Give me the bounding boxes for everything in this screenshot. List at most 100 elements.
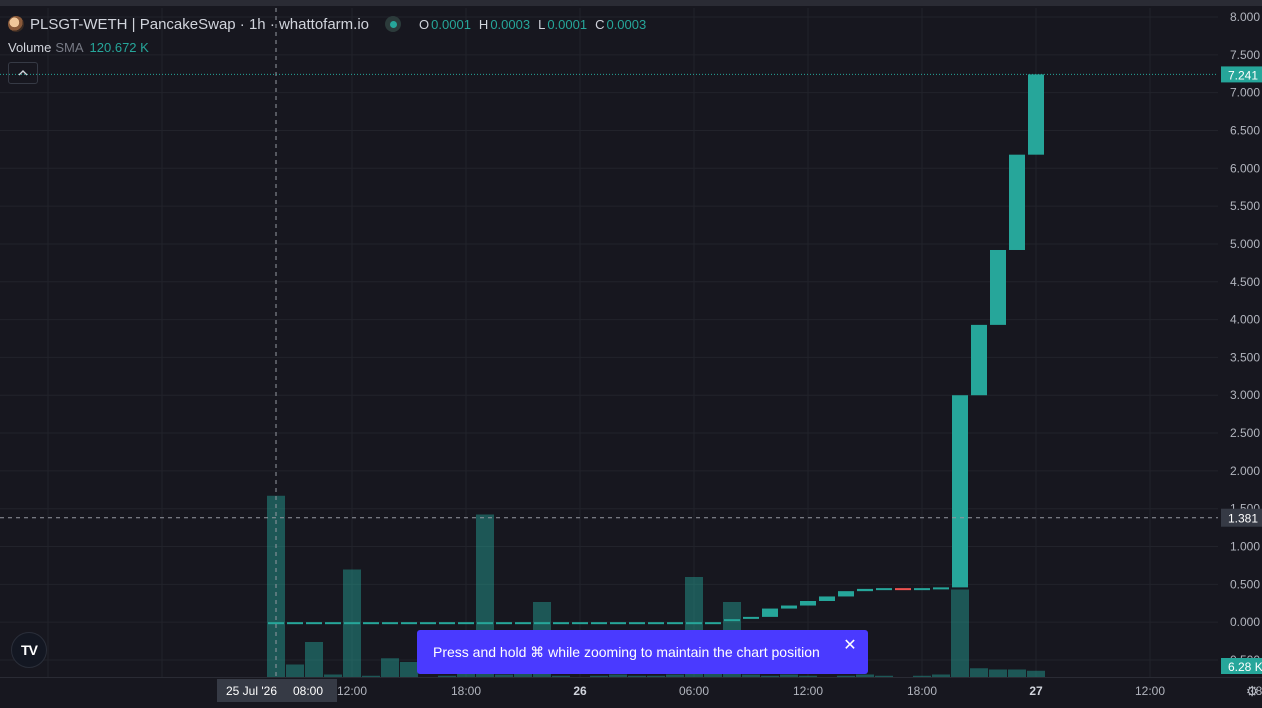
candle[interactable] (914, 588, 930, 591)
candle[interactable] (553, 622, 569, 625)
last-price-label: 7.241 (1228, 68, 1258, 82)
price-tick-label: 4.000 (1230, 313, 1260, 327)
candle[interactable] (876, 588, 892, 591)
price-tick-label: 0.500 (1230, 577, 1260, 591)
volume-bar (609, 674, 627, 677)
candle[interactable] (515, 622, 531, 625)
price-tick-label: 2.500 (1230, 426, 1260, 440)
candle[interactable] (439, 622, 455, 625)
candle[interactable] (344, 622, 360, 625)
volume-bar (932, 674, 950, 677)
chart-legend: PLSGT-WETH | PancakeSwap · 1h · whattofa… (8, 14, 654, 34)
time-tick-label: 06:00 (679, 684, 709, 698)
candle[interactable] (496, 622, 512, 625)
price-tick-label: 5.000 (1230, 237, 1260, 251)
ohlc-low-value: 0.0001 (547, 16, 588, 32)
candle[interactable] (686, 622, 702, 625)
volume-bar (799, 675, 817, 677)
candle[interactable] (857, 588, 873, 592)
token-logo-icon (8, 16, 24, 32)
candle[interactable] (287, 622, 303, 625)
volume-bar (666, 674, 684, 677)
candle[interactable] (762, 608, 778, 617)
candle[interactable] (477, 622, 493, 625)
candle[interactable] (325, 622, 341, 625)
crosshair-time-label-2: 08:00 (293, 684, 323, 698)
candle[interactable] (648, 622, 664, 625)
price-tick-label: 7.000 (1230, 86, 1260, 100)
candle[interactable] (971, 324, 987, 396)
volume-bar (438, 675, 456, 677)
volume-bar (837, 675, 855, 677)
volume-bar (590, 675, 608, 677)
market-status-icon[interactable] (385, 16, 402, 32)
time-tick-label: 26 (573, 684, 587, 698)
candle[interactable] (724, 619, 740, 622)
price-tick-label: 5.500 (1230, 199, 1260, 213)
price-tick-label: 4.500 (1230, 275, 1260, 289)
candle[interactable] (458, 622, 474, 625)
gear-icon[interactable]: ⚙ (1244, 683, 1260, 699)
candle[interactable] (819, 596, 835, 601)
candle[interactable] (895, 588, 911, 591)
candle[interactable] (705, 622, 721, 625)
candle[interactable] (781, 605, 797, 609)
candle[interactable] (667, 622, 683, 625)
price-tick-label: 1.000 (1230, 540, 1260, 554)
close-icon[interactable]: ✕ (842, 638, 858, 654)
volume-legend[interactable]: Volume SMA 120.672 K (8, 40, 149, 55)
volume-label: Volume (8, 40, 52, 55)
candle[interactable] (743, 616, 759, 619)
volume-bar (761, 675, 779, 677)
candle[interactable] (838, 591, 854, 597)
candle[interactable] (534, 622, 550, 625)
volume-bar (647, 675, 665, 677)
volume-bar (1027, 670, 1045, 677)
collapse-legend-button[interactable] (8, 62, 38, 84)
crosshair-price-label: 1.381 (1228, 512, 1258, 526)
chart-title: PLSGT-WETH | PancakeSwap · 1h · whattofa… (30, 15, 370, 33)
candle[interactable] (572, 622, 588, 625)
candle[interactable] (629, 622, 645, 625)
ohlc-high-value: 0.0003 (490, 16, 531, 32)
candle[interactable] (990, 249, 1006, 325)
volume-sma-value: 120.672 K (89, 40, 149, 55)
candle[interactable] (952, 395, 968, 588)
last-volume-label: 6.28 K (1228, 660, 1262, 674)
candle[interactable] (306, 622, 322, 625)
candle[interactable] (363, 622, 379, 625)
candle[interactable] (382, 622, 398, 625)
volume-bar (381, 658, 399, 677)
time-tick-label: 27 (1029, 684, 1043, 698)
volume-bar (286, 664, 304, 677)
price-tick-label: 6.000 (1230, 161, 1260, 175)
time-axis[interactable] (0, 677, 1262, 708)
time-tick-label: 18:00 (451, 684, 481, 698)
crosshair-time-label: 25 Jul '26 (226, 684, 277, 698)
price-chart[interactable]: 8.000 7.500 7.000 6.500 6.000 5.500 5.000 4.500… (0, 0, 1262, 708)
candle[interactable] (1009, 154, 1025, 250)
candle[interactable] (401, 622, 417, 625)
ohlc-close-value: 0.0003 (606, 16, 647, 32)
zoom-hint-toast: Press and hold ⌘ while zooming to mainta… (417, 630, 868, 674)
volume-bar (495, 674, 513, 677)
volume-bar (951, 589, 969, 677)
tradingview-logo-icon[interactable]: TV (11, 632, 47, 668)
volume-bar (913, 675, 931, 677)
candle[interactable] (420, 622, 436, 625)
volume-bar (742, 674, 760, 677)
ohlc-close-key: C (595, 16, 605, 32)
chevron-up-icon (18, 70, 28, 76)
price-tick-label: 0.000 (1230, 615, 1260, 629)
volume-bar (970, 668, 988, 677)
candle[interactable] (933, 587, 949, 590)
volume-bar (628, 675, 646, 677)
ohlc-low-key: L (538, 16, 546, 32)
candle[interactable] (1028, 74, 1044, 155)
candle[interactable] (268, 622, 284, 625)
candle[interactable] (800, 600, 816, 606)
time-tick-label: 12:00 (1135, 684, 1165, 698)
ohlc-open-value: 0.0001 (431, 16, 471, 32)
candle[interactable] (610, 622, 626, 625)
candle[interactable] (591, 622, 607, 625)
